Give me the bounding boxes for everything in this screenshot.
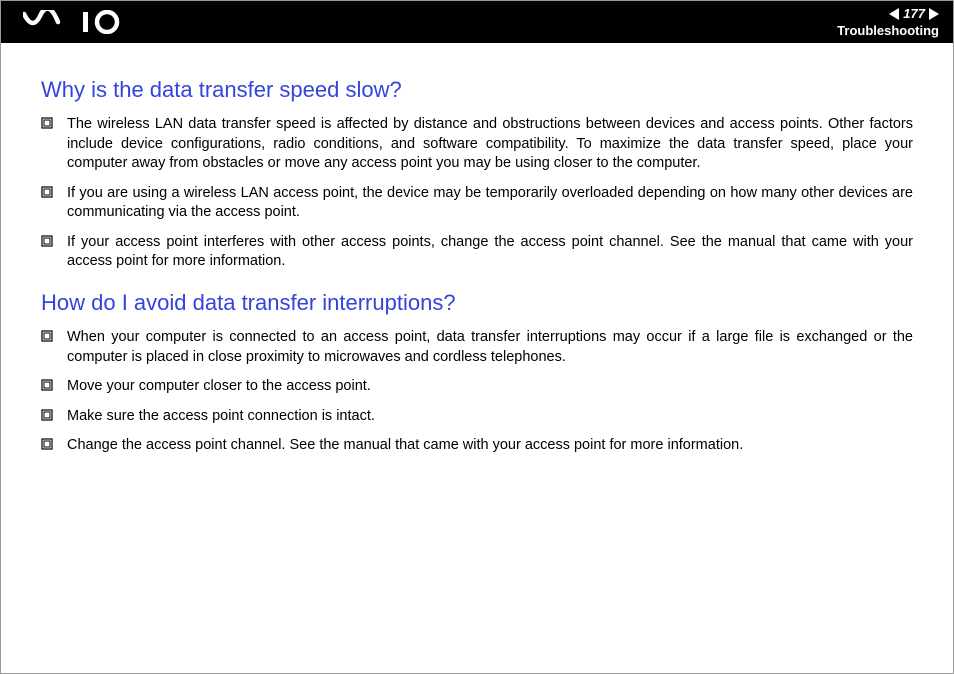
list-1: The wireless LAN data transfer speed is … xyxy=(41,115,913,272)
list-2: When your computer is connected to an ac… xyxy=(41,328,913,456)
list-item-text: The wireless LAN data transfer speed is … xyxy=(67,115,913,174)
checkbox-bullet-icon xyxy=(41,379,53,391)
page-number: 177 xyxy=(903,6,925,21)
checkbox-bullet-icon xyxy=(41,438,53,450)
prev-page-icon[interactable] xyxy=(889,8,899,20)
list-item: Change the access point channel. See the… xyxy=(41,436,913,456)
page-header: 177 Troubleshooting xyxy=(1,1,953,43)
list-item: If you are using a wireless LAN access p… xyxy=(41,184,913,223)
list-item: Move your computer closer to the access … xyxy=(41,377,913,397)
list-item-text: Change the access point channel. See the… xyxy=(67,436,913,456)
page-content: Why is the data transfer speed slow? The… xyxy=(1,43,953,456)
list-item: The wireless LAN data transfer speed is … xyxy=(41,115,913,174)
list-item: If your access point interferes with oth… xyxy=(41,233,913,272)
page: 177 Troubleshooting Why is the data tran… xyxy=(0,0,954,674)
checkbox-bullet-icon xyxy=(41,117,53,129)
list-item-text: Move your computer closer to the access … xyxy=(67,377,913,397)
list-item-text: Make sure the access point connection is… xyxy=(67,407,913,427)
checkbox-bullet-icon xyxy=(41,409,53,421)
checkbox-bullet-icon xyxy=(41,235,53,247)
heading-1: Why is the data transfer speed slow? xyxy=(41,77,913,103)
heading-2: How do I avoid data transfer interruptio… xyxy=(41,290,913,316)
list-item-text: If you are using a wireless LAN access p… xyxy=(67,184,913,223)
list-item-text: When your computer is connected to an ac… xyxy=(67,328,913,367)
checkbox-bullet-icon xyxy=(41,186,53,198)
section-title: Troubleshooting xyxy=(837,23,939,38)
list-item-text: If your access point interferes with oth… xyxy=(67,233,913,272)
next-page-icon[interactable] xyxy=(929,8,939,20)
page-nav: 177 xyxy=(889,6,939,21)
vaio-logo xyxy=(23,10,133,34)
checkbox-bullet-icon xyxy=(41,330,53,342)
header-right: 177 Troubleshooting xyxy=(837,6,939,38)
list-item: Make sure the access point connection is… xyxy=(41,407,913,427)
list-item: When your computer is connected to an ac… xyxy=(41,328,913,367)
